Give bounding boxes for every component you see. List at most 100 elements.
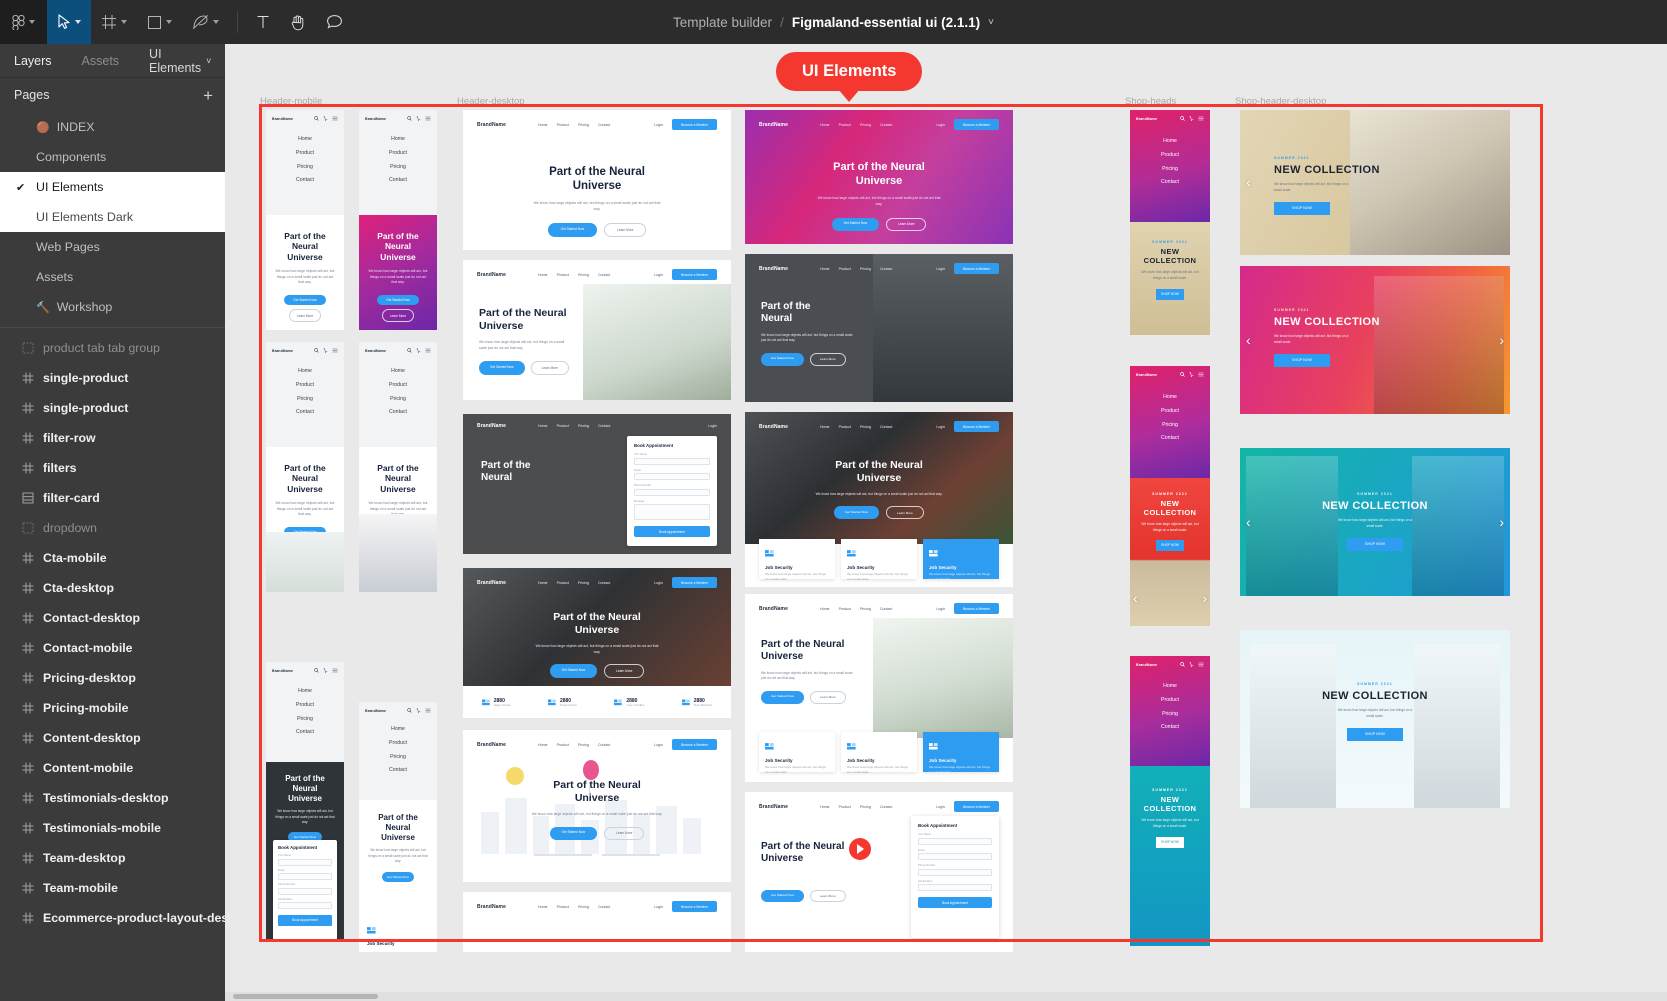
page-item-ui-elements[interactable]: ✔ UI Elements xyxy=(0,172,225,202)
become-member-button[interactable]: Become a Member xyxy=(954,801,999,813)
layer-item-filter-card[interactable]: filter-card xyxy=(0,483,225,513)
become-member-button[interactable]: Become a Member xyxy=(954,119,999,131)
become-member-button[interactable]: Become a Member xyxy=(672,577,717,589)
nav-item-pricing[interactable]: Pricing xyxy=(860,267,871,271)
nav-item-home[interactable]: Home xyxy=(538,743,548,747)
nav-item-pricing[interactable]: Pricing xyxy=(578,905,589,909)
page-selector[interactable]: UI Elements ˅ xyxy=(149,47,211,75)
nav-item-home[interactable]: Home xyxy=(359,133,437,147)
header-mobile-card-1[interactable]: BrandName Home Product Pricing Contact P… xyxy=(266,110,344,330)
secondary-cta-button[interactable]: Learn More xyxy=(886,217,927,231)
menu-icon[interactable] xyxy=(1198,662,1204,667)
layer-item-single-product[interactable]: single-product xyxy=(0,363,225,393)
layer-item-cta-mobile[interactable]: Cta-mobile xyxy=(0,543,225,573)
layer-item-ecommerce-product-layout-desk[interactable]: Ecommerce-product-layout-desk... xyxy=(0,903,225,933)
shop-header-desktop-card-3[interactable]: SUMMER 2021 NEW COLLECTION We know how l… xyxy=(1240,448,1510,596)
mobile-nav[interactable]: Home Product Pricing Contact xyxy=(266,353,344,420)
header-mobile-card-6[interactable]: BrandName Home Product Pricing Contact P… xyxy=(359,702,437,952)
name-input[interactable] xyxy=(634,457,710,465)
nav-item-product[interactable]: Product xyxy=(266,147,344,161)
job-position-select[interactable] xyxy=(918,884,992,891)
nav-item-pricing[interactable]: Pricing xyxy=(578,424,589,428)
layer-item-dropdown[interactable]: dropdown xyxy=(0,513,225,543)
nav-item-pricing[interactable]: Pricing xyxy=(359,393,437,407)
shop-now-button[interactable]: SHOP NOW xyxy=(1156,539,1184,551)
nav-item-home[interactable]: Home xyxy=(538,581,548,585)
nav-item-pricing[interactable]: Pricing xyxy=(860,805,871,809)
tab-layers[interactable]: Layers xyxy=(14,54,52,68)
nav-item-contact[interactable]: Contact xyxy=(880,607,892,611)
email-input[interactable] xyxy=(918,853,992,860)
tab-assets[interactable]: Assets xyxy=(82,54,120,68)
menu-icon[interactable] xyxy=(332,668,338,673)
search-icon[interactable] xyxy=(407,708,412,713)
horizontal-scroll-thumb[interactable] xyxy=(233,994,378,999)
nav-item-pricing[interactable]: Pricing xyxy=(578,581,589,585)
shop-mobile-nav[interactable]: Home Product Pricing Contact xyxy=(1130,667,1210,735)
primary-cta-button[interactable]: Get Started Now xyxy=(831,217,880,231)
nav-item-home[interactable]: Home xyxy=(820,267,830,271)
layer-item-pricing-mobile[interactable]: Pricing-mobile xyxy=(0,693,225,723)
nav-item-home[interactable]: Home xyxy=(820,805,830,809)
layer-item-product-tab-tab-group[interactable]: product tab tab group xyxy=(0,333,225,363)
nav-item-product[interactable]: Product xyxy=(557,273,569,277)
layer-item-contact-mobile[interactable]: Contact-mobile xyxy=(0,633,225,663)
nav-item-home[interactable]: Home xyxy=(1130,135,1210,149)
page-item-ui-elements-dark[interactable]: UI Elements Dark xyxy=(0,202,225,232)
nav-item-contact[interactable]: Contact xyxy=(598,424,610,428)
shop-now-button[interactable]: SHOP NOW xyxy=(1347,727,1403,741)
nav-item-home[interactable]: Home xyxy=(820,607,830,611)
nav-item-home[interactable]: Home xyxy=(820,425,830,429)
add-page-button[interactable]: + xyxy=(203,87,213,104)
become-member-button[interactable]: Become a Member xyxy=(672,739,717,751)
file-name[interactable]: Figmaland-essential ui (2.1.1) xyxy=(792,15,980,30)
primary-cta-button[interactable]: Get Started Now xyxy=(761,352,804,366)
shop-header-desktop-card-1[interactable]: SUMMER 2021 NEW COLLECTION We know how l… xyxy=(1240,110,1510,255)
primary-cta-button[interactable]: Get Started Now xyxy=(549,664,598,678)
nav-item-contact[interactable]: Contact xyxy=(598,905,610,909)
secondary-cta-button[interactable]: Learn More xyxy=(289,309,321,322)
header-desktop-card-7[interactable]: BrandName Home Product Pricing Contact L… xyxy=(745,110,1013,244)
frame-label[interactable]: Header-desktop xyxy=(457,96,525,107)
shop-now-button[interactable]: SHOP NOW xyxy=(1156,836,1184,848)
feature-card[interactable]: Job Security We know how large objects wi… xyxy=(923,732,999,774)
become-member-button[interactable]: Become a Member xyxy=(954,263,999,275)
nav-item-contact[interactable]: Contact xyxy=(266,726,344,740)
primary-cta-button[interactable]: Get Started Now xyxy=(547,223,598,237)
nav-item-home[interactable]: Home xyxy=(820,123,830,127)
layer-item-contact-desktop[interactable]: Contact-desktop xyxy=(0,603,225,633)
frame-label[interactable]: Shop-header-desktop xyxy=(1235,96,1326,107)
nav-item-pricing[interactable]: Pricing xyxy=(860,123,871,127)
layer-item-team-mobile[interactable]: Team-mobile xyxy=(0,873,225,903)
nav-item-contact[interactable]: Contact xyxy=(1130,432,1210,446)
nav-item-product[interactable]: Product xyxy=(839,123,851,127)
header-mobile-card-2[interactable]: BrandName Home Product Pricing Contact P… xyxy=(359,110,437,330)
shop-header-desktop-card-2[interactable]: SUMMER 2021 NEW COLLECTION We know how l… xyxy=(1240,266,1510,414)
nav-item-contact[interactable]: Contact xyxy=(598,581,610,585)
carousel-prev-button[interactable]: ‹ xyxy=(1133,590,1138,606)
mobile-nav[interactable]: Home Product Pricing Contact xyxy=(266,673,344,740)
file-menu-chevron-icon[interactable]: ˅ xyxy=(988,17,994,28)
chevron-down-icon[interactable] xyxy=(213,20,219,24)
become-member-button[interactable]: Become a Member xyxy=(672,119,717,131)
primary-cta-button[interactable]: Get Started Now xyxy=(761,690,804,704)
feature-card[interactable]: Job Security We know how large objects wi… xyxy=(759,732,835,774)
secondary-cta-button[interactable]: Learn More xyxy=(604,223,647,237)
header-desktop-card-10[interactable]: BrandName Home Product Pricing Contact L… xyxy=(745,594,1013,782)
nav-item-pricing[interactable]: Pricing xyxy=(359,751,437,765)
nav-item-home[interactable]: Home xyxy=(359,365,437,379)
nav-item-pricing[interactable]: Pricing xyxy=(359,161,437,175)
nav-item-pricing[interactable]: Pricing xyxy=(578,273,589,277)
nav-item-pricing[interactable]: Pricing xyxy=(578,123,589,127)
primary-cta-button[interactable]: Get Started Now xyxy=(382,871,414,882)
menu-icon[interactable] xyxy=(1198,372,1204,377)
carousel-next-button[interactable]: › xyxy=(1202,590,1207,606)
mobile-nav[interactable]: Home Product Pricing Contact xyxy=(359,713,437,778)
primary-cta-button[interactable]: Get Started Now xyxy=(834,506,880,520)
design-canvas[interactable]: UI Elements Header-mobile Header-desktop S… xyxy=(225,44,1667,1001)
secondary-cta-button[interactable]: Learn More xyxy=(604,664,645,678)
cart-icon[interactable] xyxy=(1189,372,1194,377)
nav-item-product[interactable]: Product xyxy=(1130,405,1210,419)
shop-header-desktop-card-4[interactable]: SUMMER 2021 NEW COLLECTION We know how l… xyxy=(1240,630,1510,808)
nav-item-contact[interactable]: Contact xyxy=(598,123,610,127)
